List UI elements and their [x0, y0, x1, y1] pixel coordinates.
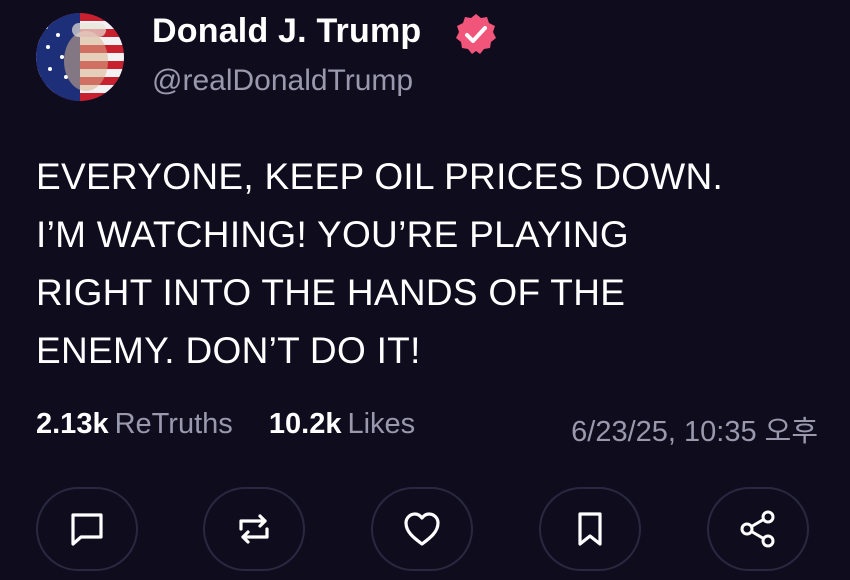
author-handle[interactable]: @realDonaldTrump: [152, 64, 413, 98]
avatar[interactable]: [36, 13, 124, 101]
post-text-line: I’M WATCHING! YOU’RE PLAYING: [36, 214, 629, 255]
author-display-name[interactable]: Donald J. Trump: [152, 12, 421, 51]
post-text-line: RIGHT INTO THE HANDS OF THE: [36, 272, 626, 313]
likes-count: 10.2k: [268, 408, 342, 440]
bookmark-icon: [578, 512, 602, 546]
post-text-line: EVERYONE, KEEP OIL PRICES DOWN.: [36, 156, 724, 197]
retruth-icon: [239, 514, 269, 544]
likes-label: Likes: [347, 408, 416, 440]
retruths-label: ReTruths: [114, 408, 233, 440]
likes-stat[interactable]: 10.2k Likes: [269, 408, 415, 440]
reply-icon: [71, 513, 103, 546]
post-text-line: ENEMY. DON’T DO IT!: [36, 330, 421, 371]
post-timestamp: 6/23/25, 10:35 오후: [571, 416, 818, 448]
retruths-stat[interactable]: 2.13k ReTruths: [36, 408, 241, 440]
avatar-image: [36, 13, 124, 101]
share-icon: [740, 510, 775, 548]
share-button[interactable]: [707, 487, 809, 571]
bookmark-button[interactable]: [539, 487, 641, 571]
retruth-button[interactable]: [203, 487, 305, 571]
post-stats: 2.13k ReTruths 10.2k Likes: [36, 408, 415, 441]
retruths-count: 2.13k: [36, 408, 109, 440]
reply-button[interactable]: [36, 487, 138, 571]
like-icon: [404, 512, 440, 546]
post-view: Donald J. Trump @realDonaldTrump EVERYON…: [0, 0, 850, 580]
post-text: EVERYONE, KEEP OIL PRICES DOWN. I’M WATC…: [36, 148, 816, 380]
like-button[interactable]: [371, 487, 473, 571]
verified-badge-icon: [456, 14, 496, 54]
